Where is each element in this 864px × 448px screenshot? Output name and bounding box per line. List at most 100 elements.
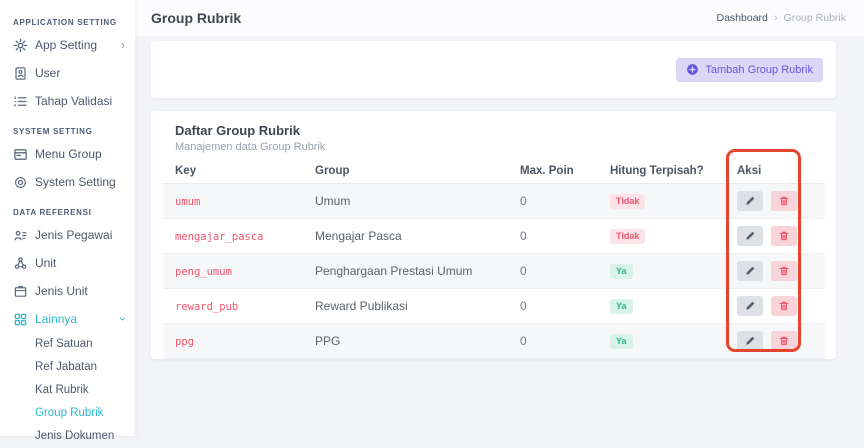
- sidebar-item-group-rubrik[interactable]: Group Rubrik: [0, 402, 135, 425]
- app-window: APPLICATION SETTING App Setting › User T…: [0, 0, 864, 436]
- column-header-max-poin: Max. Poin: [508, 159, 598, 184]
- hitung-terpisah-badge: Tidak: [610, 194, 645, 209]
- pencil-icon: [744, 335, 756, 347]
- row-max-poin: 0: [508, 254, 598, 289]
- sidebar-item-label: App Setting: [35, 38, 97, 52]
- table-card-title: Daftar Group Rubrik: [175, 123, 812, 138]
- trash-icon: [778, 335, 790, 347]
- delete-button[interactable]: [771, 191, 797, 211]
- topbar: Group Rubrik Dashboard › Group Rubrik: [135, 0, 864, 36]
- sidebar-item-unit[interactable]: Unit: [0, 249, 135, 277]
- sidebar: APPLICATION SETTING App Setting › User T…: [0, 0, 135, 436]
- content-area: Tambah Group Rubrik Daftar Group Rubrik …: [135, 36, 864, 436]
- sidebar-item-jenis-dokumen[interactable]: Jenis Dokumen: [0, 425, 135, 448]
- row-group: Umum: [303, 184, 508, 219]
- table-row: mengajar_pasca Mengajar Pasca 0 Tidak: [163, 219, 825, 254]
- column-header-aksi: Aksi: [725, 159, 825, 184]
- breadcrumb-current: Group Rubrik: [784, 12, 846, 24]
- sidebar-item-jenis-unit[interactable]: Jenis Unit: [0, 277, 135, 305]
- pencil-icon: [744, 230, 756, 242]
- row-group: Reward Publikasi: [303, 289, 508, 324]
- sidebar-item-user[interactable]: User: [0, 59, 135, 87]
- tambah-button-label: Tambah Group Rubrik: [705, 64, 813, 76]
- table-row: umum Umum 0 Tidak: [163, 184, 825, 219]
- toolbar-card: Tambah Group Rubrik: [151, 41, 836, 98]
- delete-button[interactable]: [771, 226, 797, 246]
- sidebar-item-label: System Setting: [35, 175, 116, 189]
- sidebar-item-ref-jabatan[interactable]: Ref Jabatan: [0, 356, 135, 379]
- table-row: peng_umum Penghargaan Prestasi Umum 0 Ya: [163, 254, 825, 289]
- hitung-terpisah-badge: Ya: [610, 334, 633, 349]
- edit-button[interactable]: [737, 261, 763, 281]
- chevron-down-icon: ›: [117, 317, 129, 321]
- menu-group-icon: [13, 147, 28, 162]
- user-card-icon: [13, 66, 28, 81]
- breadcrumb-dashboard-link[interactable]: Dashboard: [717, 12, 768, 24]
- sidebar-section-system-setting: SYSTEM SETTING: [0, 115, 135, 140]
- sidebar-item-jenis-pegawai[interactable]: Jenis Pegawai: [0, 221, 135, 249]
- list-icon: [13, 94, 28, 109]
- sidebar-item-label: Jenis Unit: [35, 284, 88, 298]
- row-max-poin: 0: [508, 184, 598, 219]
- row-max-poin: 0: [508, 289, 598, 324]
- table-row: ppg PPG 0 Ya: [163, 324, 825, 359]
- row-key: peng_umum: [175, 266, 232, 278]
- hitung-terpisah-badge: Ya: [610, 264, 633, 279]
- delete-button[interactable]: [771, 331, 797, 351]
- sidebar-item-system-setting[interactable]: System Setting: [0, 168, 135, 196]
- sidebar-item-label: Menu Group: [35, 147, 102, 161]
- row-group: Penghargaan Prestasi Umum: [303, 254, 508, 289]
- sidebar-item-kat-rubrik[interactable]: Kat Rubrik: [0, 379, 135, 402]
- pencil-icon: [744, 265, 756, 277]
- network-icon: [13, 256, 28, 271]
- users-icon: [13, 228, 28, 243]
- main-area: Group Rubrik Dashboard › Group Rubrik Ta…: [135, 0, 864, 436]
- page-title: Group Rubrik: [151, 10, 241, 26]
- grid-icon: [13, 312, 28, 327]
- table-header-row: Key Group Max. Poin Hitung Terpisah? Aks…: [163, 159, 825, 184]
- sidebar-item-label: Lainnya: [35, 312, 77, 326]
- sidebar-item-tahap-validasi[interactable]: Tahap Validasi: [0, 87, 135, 115]
- table-card: Daftar Group Rubrik Manajemen data Group…: [151, 111, 836, 359]
- sidebar-item-label: User: [35, 66, 60, 80]
- sidebar-item-menu-group[interactable]: Menu Group: [0, 140, 135, 168]
- table-card-subtitle: Manajemen data Group Rubrik: [175, 141, 812, 153]
- column-header-group: Group: [303, 159, 508, 184]
- delete-button[interactable]: [771, 296, 797, 316]
- row-key: reward_pub: [175, 301, 238, 313]
- sidebar-item-app-setting[interactable]: App Setting ›: [0, 31, 135, 59]
- sidebar-section-data-referensi: DATA REFERENSI: [0, 196, 135, 221]
- row-max-poin: 0: [508, 324, 598, 359]
- row-max-poin: 0: [508, 219, 598, 254]
- delete-button[interactable]: [771, 261, 797, 281]
- table-row: reward_pub Reward Publikasi 0 Ya: [163, 289, 825, 324]
- hitung-terpisah-badge: Ya: [610, 299, 633, 314]
- pencil-icon: [744, 300, 756, 312]
- sidebar-item-label: Jenis Pegawai: [35, 228, 112, 242]
- tambah-group-rubrik-button[interactable]: Tambah Group Rubrik: [676, 58, 823, 82]
- edit-button[interactable]: [737, 296, 763, 316]
- sidebar-section-application-setting: APPLICATION SETTING: [0, 6, 135, 31]
- pencil-icon: [744, 195, 756, 207]
- plus-circle-icon: [686, 63, 699, 76]
- trash-icon: [778, 300, 790, 312]
- chevron-right-icon: ›: [774, 12, 778, 24]
- column-header-key: Key: [163, 159, 303, 184]
- cog-icon: [13, 175, 28, 190]
- chevron-right-icon: ›: [121, 39, 125, 51]
- breadcrumb: Dashboard › Group Rubrik: [717, 12, 847, 24]
- edit-button[interactable]: [737, 226, 763, 246]
- trash-icon: [778, 195, 790, 207]
- row-group: Mengajar Pasca: [303, 219, 508, 254]
- group-rubrik-table: Key Group Max. Poin Hitung Terpisah? Aks…: [163, 159, 825, 359]
- column-header-hitung-terpisah: Hitung Terpisah?: [598, 159, 725, 184]
- sidebar-item-ref-satuan[interactable]: Ref Satuan: [0, 333, 135, 356]
- row-key: mengajar_pasca: [175, 231, 264, 243]
- gear-icon: [13, 38, 28, 53]
- trash-icon: [778, 230, 790, 242]
- sidebar-item-lainnya[interactable]: Lainnya ›: [0, 305, 135, 333]
- hitung-terpisah-badge: Tidak: [610, 229, 645, 244]
- edit-button[interactable]: [737, 331, 763, 351]
- row-key: ppg: [175, 336, 194, 348]
- edit-button[interactable]: [737, 191, 763, 211]
